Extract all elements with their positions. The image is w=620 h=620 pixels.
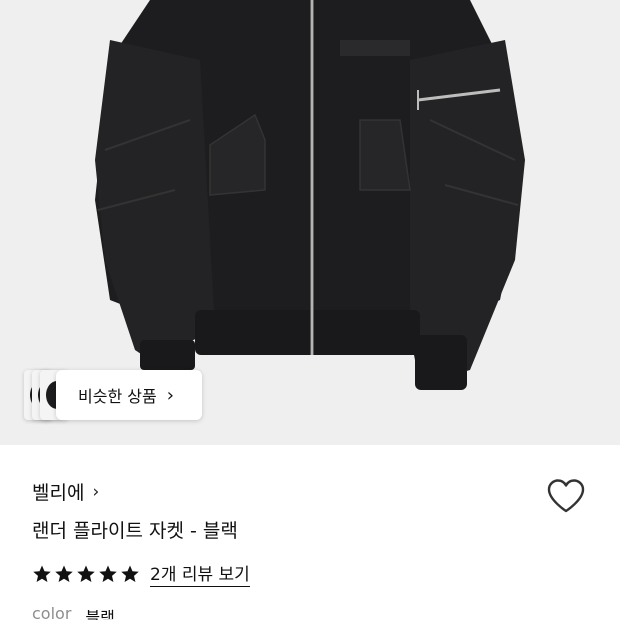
similar-products-label-box[interactable]: 비슷한 상품 › (56, 370, 202, 420)
star-filled-icon (33, 565, 51, 582)
heart-outline-icon[interactable] (546, 478, 586, 514)
star-filled-icon (77, 565, 95, 582)
chevron-right-icon: › (166, 384, 174, 406)
product-title: 랜더 플라이트 자켓 - 블랙 (32, 520, 238, 542)
chevron-right-icon: › (92, 481, 100, 502)
color-label: color (32, 604, 72, 620)
star-filled-icon (99, 565, 117, 582)
review-link[interactable]: 2개 리뷰 보기 (150, 560, 250, 587)
rating-row: 2개 리뷰 보기 (32, 560, 250, 587)
star-filled-icon (121, 565, 139, 582)
brand-name: 벨리에 (32, 482, 85, 504)
star-rating (32, 564, 140, 584)
color-value: 블랙 (85, 608, 115, 620)
similar-products-label: 비슷한 상품 (78, 387, 157, 406)
star-filled-icon (55, 565, 73, 582)
similar-products-button[interactable]: 비슷한 상품 › (24, 370, 202, 420)
color-option-row: color 블랙 (32, 604, 115, 620)
brand-link[interactable]: 벨리에 › (32, 478, 99, 505)
